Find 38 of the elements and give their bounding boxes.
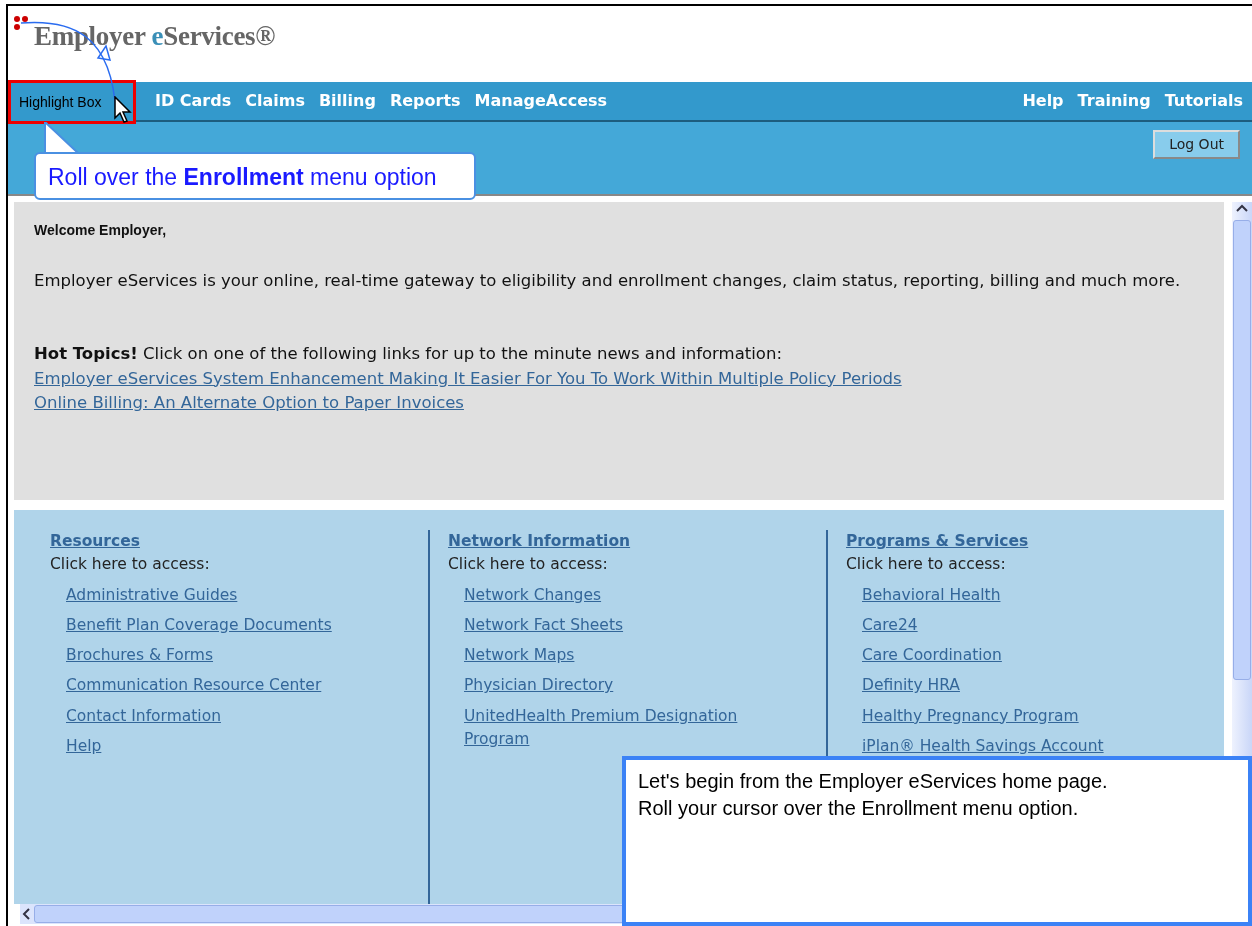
section-heading-link[interactable]: Resources <box>50 530 140 554</box>
section-heading-link[interactable]: Programs & Services <box>846 530 1029 554</box>
resource-link[interactable]: Behavioral Health <box>862 583 1001 607</box>
section-subtitle: Click here to access: <box>846 554 1007 576</box>
resource-link[interactable]: UnitedHealth Premium Designation Program <box>464 704 794 751</box>
menu-item[interactable]: Claims <box>238 89 312 113</box>
news-link[interactable]: Employer eServices System Enhancement Making It Easier For You To Work Within Multiple Policy Periods <box>34 366 902 392</box>
resource-link[interactable]: Network Changes <box>464 583 602 607</box>
section-subtitle: Click here to access: <box>50 554 211 576</box>
menu-item[interactable]: Billing <box>311 89 383 113</box>
resource-link[interactable]: Benefit Plan Coverage Documents <box>66 613 332 637</box>
resource-link[interactable]: Network Maps <box>464 644 575 668</box>
resource-link[interactable]: Administrative Guides <box>66 583 238 607</box>
menu-item[interactable]: ManageAccess <box>467 89 615 113</box>
menu-item[interactable]: Training <box>1070 89 1158 113</box>
resource-link[interactable]: Help <box>66 734 102 758</box>
logout-button[interactable]: Log Out <box>1153 130 1240 159</box>
menu-item[interactable]: ID Cards <box>148 89 239 113</box>
welcome-heading: Welcome Employer, <box>34 221 167 240</box>
intro-text: Employer eServices is your online, real-time gateway to eligibility and enrollment changes, claim status, reporting, billing and much more. <box>34 270 1182 292</box>
resource-link[interactable]: Contact Information <box>66 704 221 728</box>
resource-link[interactable]: Communication Resource Center <box>66 674 322 698</box>
resource-link[interactable]: Healthy Pregnancy Program <box>862 704 1079 728</box>
menu-item[interactable]: Help <box>1015 89 1071 113</box>
resource-link[interactable]: Care Coordination <box>862 644 1002 668</box>
menu-item[interactable]: Reports <box>382 89 468 113</box>
resource-link[interactable]: iPlan® Health Savings Account <box>862 734 1104 758</box>
news-link[interactable]: Online Billing: An Alternate Option to Paper Invoices <box>34 391 464 416</box>
menu-item[interactable]: Tutorials <box>1157 89 1250 113</box>
resource-link[interactable]: Brochures & Forms <box>66 644 214 668</box>
caption-text: Let's begin from the Employer eServices home page. Roll your cursor over the Enrollment menu option. <box>638 769 1109 821</box>
section-heading-link[interactable]: Network Information <box>448 530 631 554</box>
resource-link[interactable]: Definity HRA <box>862 674 960 698</box>
section-subtitle: Click here to access: <box>448 554 609 576</box>
resource-link[interactable]: Physician Directory <box>464 674 614 698</box>
hot-topics-text: Hot Topics! Click on one of the following links for up to the minute news and information: <box>34 342 783 365</box>
resource-link[interactable]: Care24 <box>862 613 918 637</box>
resource-link[interactable]: Network Fact Sheets <box>464 613 624 637</box>
